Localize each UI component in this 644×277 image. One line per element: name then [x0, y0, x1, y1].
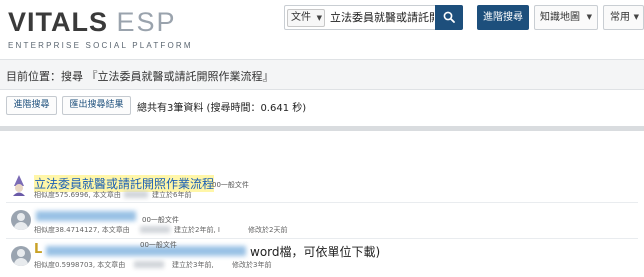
wizard-avatar-icon	[10, 174, 28, 196]
result-meta-similarity: 相似度0.5998703, 本文章由	[34, 261, 126, 269]
result-doc-type: 00一般文件	[140, 241, 177, 249]
result-separator	[6, 202, 638, 203]
breadcrumb-bar: 目前位置：搜尋 『立法委員就醫或請託開照作業流程』	[0, 59, 644, 90]
caret-down-icon: ▼	[316, 14, 322, 22]
header-advanced-search-button[interactable]: 進階搜尋	[477, 5, 529, 30]
result-meta-created: 建立於2年前, I	[174, 226, 220, 234]
common-dropdown[interactable]: 常用 ▼	[603, 5, 644, 30]
breadcrumb: 目前位置：搜尋 『立法委員就醫或請託開照作業流程』	[6, 70, 274, 83]
caret-down-icon: ▼	[633, 13, 639, 21]
result-title-fragment: L	[34, 242, 43, 257]
knowledge-map-dropdown[interactable]: 知識地圖 ▼	[534, 5, 598, 30]
section-divider	[0, 126, 644, 131]
logo-main-right: ESP	[116, 7, 177, 37]
result-meta-similarity: 相似度38.4714127, 本文章由	[34, 226, 130, 234]
search-scope-select[interactable]: 文件 ▼	[287, 9, 325, 27]
search-button[interactable]	[435, 5, 463, 30]
result-meta-modified: 修改於2天前	[248, 226, 288, 234]
redacted-result-title[interactable]	[36, 211, 136, 221]
avatar	[11, 210, 31, 230]
app-header: VITALS ESP ENTERPRISE SOCIAL PLATFORM 文件…	[0, 0, 644, 58]
result-meta-similarity: 相似度575.6996, 本文章由	[34, 191, 121, 199]
search-input[interactable]: 立法委員就醫或請託開	[328, 8, 434, 28]
result-doc-type: 00一般文件	[142, 216, 179, 224]
caret-down-icon: ▼	[586, 13, 592, 21]
result-title-link[interactable]: word檔，可依單位下載)	[250, 243, 380, 260]
result-meta-created: 建立於6年前	[152, 191, 192, 199]
logo-subtitle: ENTERPRISE SOCIAL PLATFORM	[8, 41, 193, 50]
redacted-author	[124, 191, 148, 198]
result-doc-type: 00一般文件	[212, 181, 249, 189]
result-summary: 總共有3筆資料 (搜尋時間：0.641 秒)	[137, 103, 307, 114]
common-label: 常用	[610, 12, 630, 23]
avatar	[11, 246, 31, 266]
search-scope-label: 文件	[291, 12, 311, 23]
export-results-button[interactable]: 匯出搜尋結果	[62, 96, 131, 115]
search-icon	[443, 11, 455, 23]
result-separator	[6, 238, 638, 239]
knowledge-map-label: 知識地圖	[540, 12, 580, 23]
logo-main-left: VITALS	[8, 7, 108, 37]
result-meta-created: 建立於3年前,	[172, 261, 214, 269]
advanced-search-button[interactable]: 進階搜尋	[6, 96, 57, 115]
redacted-author	[140, 226, 170, 233]
redacted-author	[134, 261, 164, 268]
result-meta-modified: 修改於3年前	[232, 261, 272, 269]
vitals-esp-logo[interactable]: VITALS ESP ENTERPRISE SOCIAL PLATFORM	[8, 8, 193, 52]
